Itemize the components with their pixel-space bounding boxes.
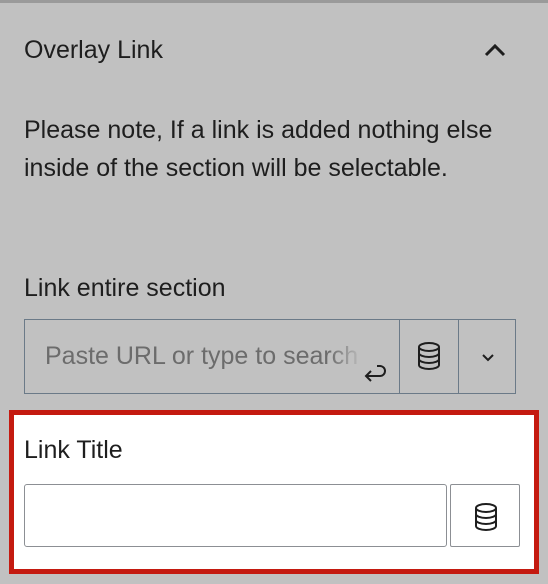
chevron-up-icon[interactable]: [480, 38, 510, 62]
link-url-placeholder: Paste URL or type to search: [45, 342, 359, 370]
panel-title: Overlay Link: [24, 36, 163, 64]
link-title-dynamic-data-button[interactable]: [450, 484, 520, 547]
overlay-link-note: Please note, If a link is added nothing …: [24, 116, 493, 182]
link-entire-section-label: Link entire section: [24, 274, 226, 302]
enter-icon[interactable]: [361, 344, 387, 382]
link-options-dropdown-button[interactable]: [458, 320, 515, 393]
link-dynamic-data-button[interactable]: [399, 320, 458, 393]
link-url-input[interactable]: Paste URL or type to search: [25, 320, 399, 393]
link-title-highlight: Link Title: [9, 410, 539, 574]
overlay-link-panel-header[interactable]: Overlay Link: [0, 20, 548, 80]
link-title-input[interactable]: [24, 484, 447, 547]
link-title-label: Link Title: [24, 436, 123, 464]
link-url-control: Paste URL or type to search: [24, 319, 516, 394]
top-divider: [0, 0, 548, 3]
